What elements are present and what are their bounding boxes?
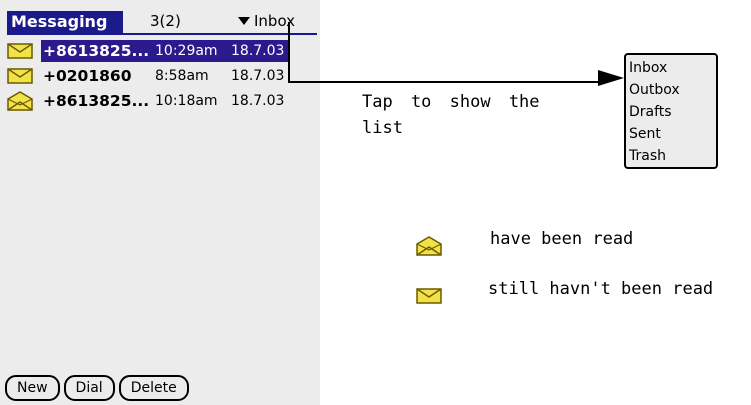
read-envelope-icon — [416, 236, 442, 260]
folder-option-inbox[interactable]: Inbox — [629, 57, 713, 79]
unread-envelope-icon — [416, 287, 442, 309]
folder-option-sent[interactable]: Sent — [629, 123, 713, 145]
annotation-tap-text-line2: list — [362, 118, 403, 138]
folder-option-trash[interactable]: Trash — [629, 145, 713, 167]
folder-list-popup: Inbox Outbox Drafts Sent Trash — [624, 53, 718, 169]
annotation-tap-text-line1: Tap to show the — [362, 92, 540, 112]
folder-option-outbox[interactable]: Outbox — [629, 79, 713, 101]
legend-read-label: have been read — [490, 229, 634, 249]
folder-option-drafts[interactable]: Drafts — [629, 101, 713, 123]
legend-unread-label: still havn't been read — [488, 279, 714, 299]
